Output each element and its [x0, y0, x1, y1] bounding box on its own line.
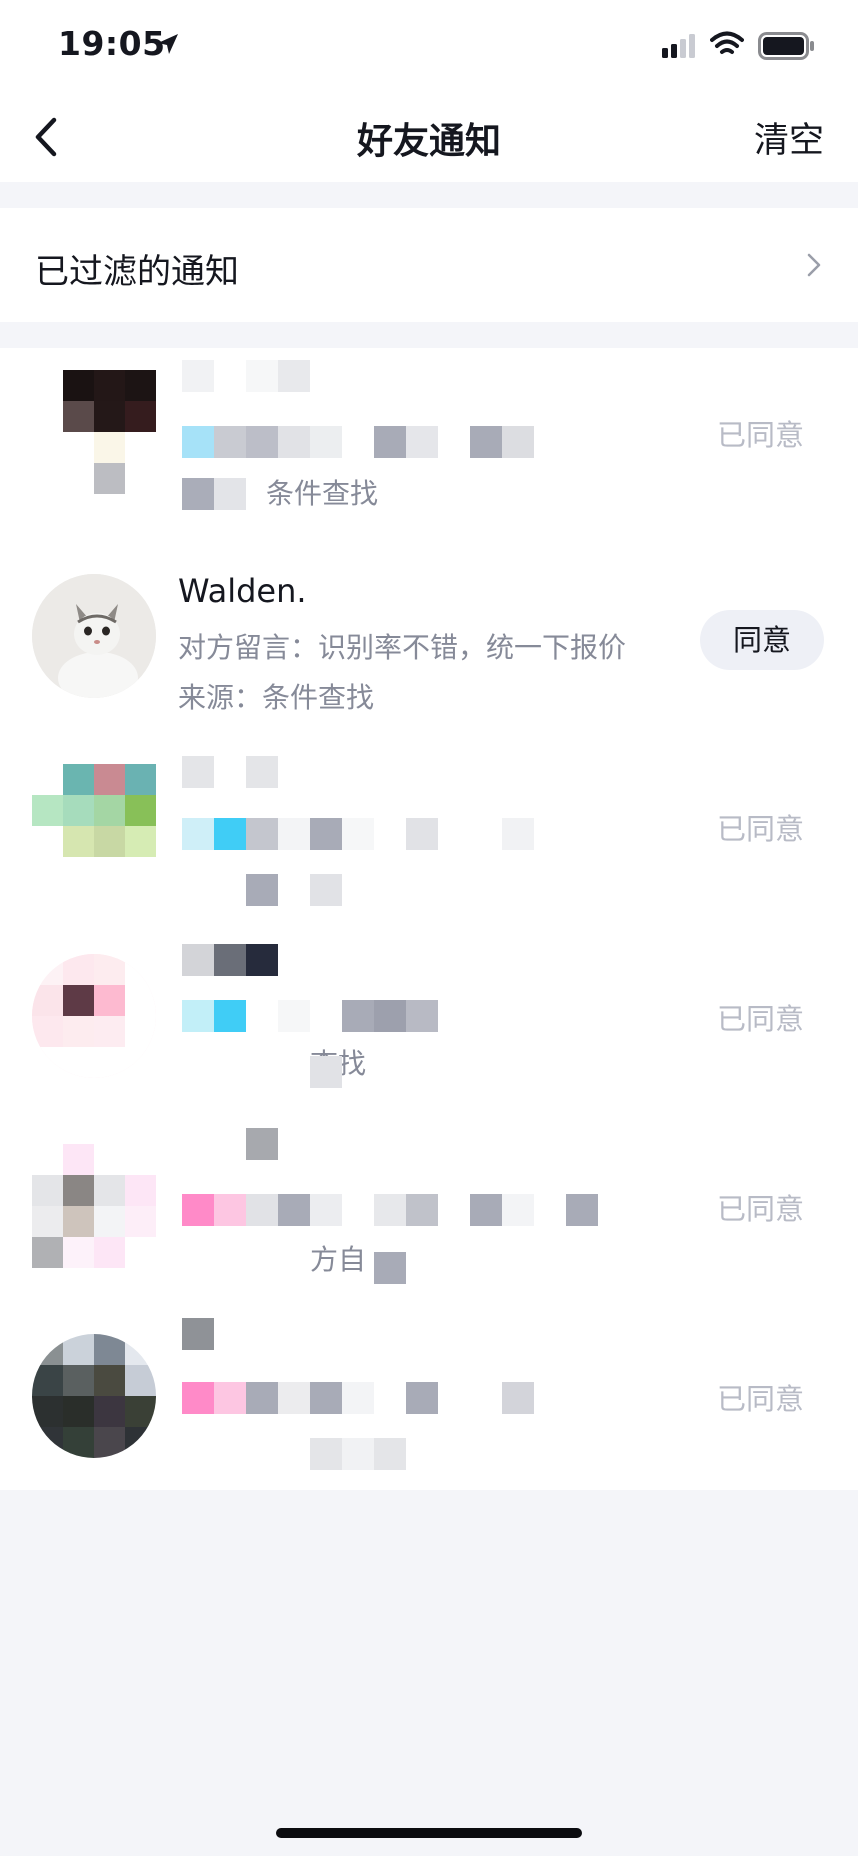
status-agreed: 已同意	[716, 1382, 804, 1416]
redacted-message	[182, 426, 534, 458]
status-agreed: 已同意	[716, 1002, 804, 1036]
redacted-name	[246, 1128, 278, 1160]
agree-button[interactable]: 同意	[700, 610, 824, 670]
list-item[interactable]: 条件查找 已同意	[0, 350, 858, 540]
status-agreed: 已同意	[716, 418, 804, 452]
filtered-notifications-label: 已过滤的通知	[35, 252, 239, 292]
list-item[interactable]: 已同意	[0, 1314, 858, 1504]
redacted-message	[182, 1382, 534, 1414]
home-indicator	[276, 1828, 582, 1838]
location-arrow-icon	[158, 34, 178, 54]
redacted-source	[182, 874, 342, 906]
redacted-source	[374, 1252, 406, 1284]
avatar	[32, 574, 156, 698]
avatar	[32, 764, 156, 888]
item-source: 条件查找	[266, 477, 379, 510]
redacted-message	[182, 1000, 438, 1032]
list-item[interactable]: 已同意	[0, 744, 858, 934]
avatar	[32, 1334, 156, 1458]
status-bar: 19:05	[0, 0, 858, 92]
nav-bar: 好友通知 清空	[0, 92, 858, 182]
item-message: 对方留言：识别率不错，统一下报价	[178, 631, 627, 664]
avatar	[32, 1144, 156, 1268]
friend-request-list: 条件查找 已同意 Walden. 对方留言：识别率不错，统一下报价 来源：条件查…	[0, 348, 858, 1490]
chevron-right-icon	[807, 253, 821, 277]
filtered-notifications-row[interactable]: 已过滤的通知	[0, 208, 858, 322]
redacted-source	[310, 1438, 406, 1470]
list-item[interactable]: 方自 已同意	[0, 1124, 858, 1314]
redacted-name	[182, 360, 310, 392]
item-source: 方自	[310, 1243, 367, 1276]
list-item[interactable]: 查找 已同意	[0, 934, 858, 1124]
redacted-name	[182, 944, 278, 976]
redacted-source	[310, 1056, 342, 1088]
item-source: 来源：条件查找	[178, 681, 375, 714]
redacted-message	[182, 818, 534, 850]
signal-icon	[662, 34, 695, 58]
clear-button[interactable]: 清空	[754, 112, 824, 163]
redacted-message	[182, 1194, 598, 1226]
battery-icon	[758, 32, 814, 60]
status-time: 19:05	[58, 24, 166, 63]
cat-avatar-icon	[32, 574, 156, 698]
redacted-name	[182, 1318, 214, 1350]
item-name: Walden.	[178, 572, 307, 610]
redacted-name	[182, 756, 278, 788]
list-item[interactable]: Walden. 对方留言：识别率不错，统一下报价 来源：条件查找 同意	[0, 554, 858, 744]
status-agreed: 已同意	[716, 1192, 804, 1226]
wifi-icon	[710, 31, 744, 54]
avatar	[32, 954, 156, 1078]
page-title: 好友通知	[356, 121, 501, 162]
avatar	[32, 370, 156, 494]
status-agreed: 已同意	[716, 812, 804, 846]
redacted-source	[182, 478, 246, 510]
